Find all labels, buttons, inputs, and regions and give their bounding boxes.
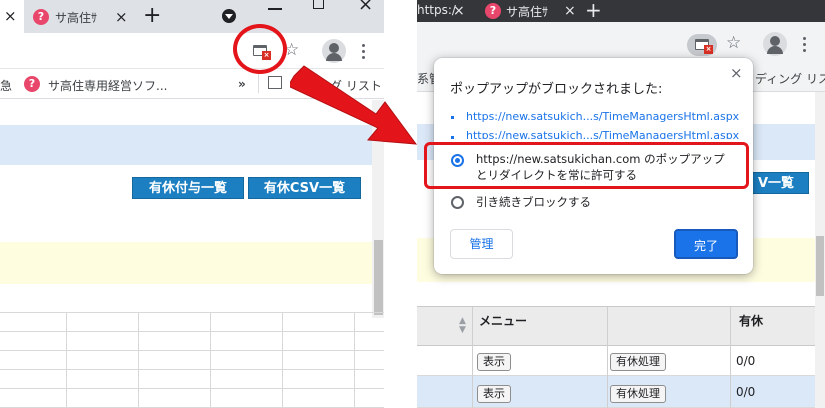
- star-icon[interactable]: ☆: [726, 33, 741, 53]
- new-tab-icon[interactable]: +: [143, 5, 161, 27]
- manage-button[interactable]: 管理: [450, 229, 513, 259]
- close-icon[interactable]: ×: [115, 10, 128, 25]
- tab-search-icon[interactable]: [222, 9, 236, 23]
- help-icon: ?: [485, 3, 501, 19]
- close-icon[interactable]: ×: [4, 9, 17, 24]
- show-button[interactable]: 表示: [477, 385, 511, 403]
- blocked-popup-link[interactable]: https://new.satsukich...s/TimeManagersHt…: [466, 110, 739, 123]
- bullet: [451, 136, 454, 139]
- column-divider: [730, 376, 731, 408]
- scrollbar-thumb[interactable]: [374, 240, 383, 315]
- done-button[interactable]: 完了: [674, 229, 738, 259]
- column-divider: [472, 376, 473, 408]
- column-divider: [607, 376, 608, 408]
- divider: [258, 73, 259, 93]
- menu-kebab-icon[interactable]: [362, 44, 366, 60]
- column-divider: [607, 307, 608, 347]
- table-row: 表示 有休処理 0/0: [417, 376, 815, 408]
- bookmarks-overflow-icon[interactable]: »: [238, 77, 246, 91]
- reading-list-label[interactable]: ディング リスト: [755, 70, 825, 87]
- block-radio[interactable]: [451, 196, 464, 209]
- paid-leave-csv-list-button[interactable]: V一覧: [749, 172, 809, 194]
- close-icon[interactable]: ×: [730, 66, 743, 81]
- scrollbar-thumb[interactable]: [816, 236, 824, 296]
- sort-icon[interactable]: ▲ ▼: [459, 317, 466, 335]
- active-tab[interactable]: ×: [0, 0, 24, 33]
- paid-leave-process-button[interactable]: 有休処理: [610, 353, 666, 371]
- profile-avatar-icon[interactable]: [763, 32, 787, 56]
- column-header-paid-leave: 有休: [739, 314, 764, 328]
- dialog-title: ポップアップがブロックされました:: [450, 82, 663, 97]
- maximize-icon[interactable]: [313, 0, 324, 9]
- paid-leave-csv-list-button[interactable]: 有休CSV一覧: [248, 177, 361, 199]
- column-header-menu: メニュー: [479, 314, 528, 328]
- minimize-icon[interactable]: [268, 8, 282, 10]
- close-icon[interactable]: ×: [564, 4, 576, 18]
- blocked-popup-link[interactable]: https://new.satsukich...s/TimeManagersHt…: [466, 129, 739, 139]
- chevron-down-icon: [225, 14, 233, 19]
- tab-title: https:/: [417, 3, 456, 17]
- bookmark-satsuki[interactable]: サ高住専用経営ソフ...: [48, 77, 167, 94]
- paid-leave-grant-list-button[interactable]: 有休付与一覧: [132, 177, 244, 199]
- blocked-x-icon: ×: [704, 45, 713, 54]
- notice-band: [0, 242, 372, 284]
- bookmark-item[interactable]: 急: [0, 77, 12, 94]
- profile-avatar-icon[interactable]: [322, 39, 346, 63]
- bullet: [451, 116, 454, 119]
- popup-blocked-button[interactable]: ×: [687, 34, 717, 56]
- show-button[interactable]: 表示: [477, 353, 511, 371]
- column-divider: [472, 346, 473, 376]
- highlight-rectangle: [424, 142, 749, 189]
- popup-blocked-icon: ×: [695, 39, 713, 54]
- menu-kebab-icon[interactable]: [803, 37, 807, 53]
- paid-leave-process-button[interactable]: 有休処理: [610, 385, 666, 403]
- tab-title: サ高住ｻ: [506, 5, 549, 19]
- right-screenshot: https:/ × ? サ高住ｻ × + × ☆ 系管 ディング リスト V一覧…: [417, 0, 825, 408]
- column-divider: [730, 307, 731, 347]
- reading-list-icon[interactable]: [268, 76, 282, 89]
- tab-https[interactable]: https:/ ×: [417, 0, 474, 22]
- close-icon[interactable]: ×: [453, 4, 465, 18]
- tab-satsuki[interactable]: ? サ高住ｻ ×: [25, 3, 135, 33]
- tab-title: サ高住ｻ: [55, 11, 98, 25]
- column-divider: [472, 307, 473, 347]
- paid-leave-value: 0/0: [736, 385, 756, 399]
- window-close-icon[interactable]: ×: [358, 0, 373, 14]
- highlight-circle: [233, 24, 287, 74]
- tab-satsuki[interactable]: ? サ高住ｻ ×: [475, 0, 579, 22]
- table-header: ▲ ▼ メニュー 有休: [417, 306, 825, 347]
- column-divider: [607, 346, 608, 376]
- help-icon: ?: [33, 9, 49, 25]
- new-tab-icon[interactable]: +: [585, 0, 602, 20]
- spreadsheet-grid: [0, 312, 384, 408]
- table-row: 表示 有休処理 0/0: [417, 346, 815, 376]
- paid-leave-value: 0/0: [736, 354, 756, 368]
- help-icon: ?: [24, 76, 40, 92]
- red-arrow-icon: [290, 65, 418, 145]
- column-divider: [730, 346, 731, 376]
- block-option-label[interactable]: 引き続きブロックする: [476, 194, 591, 210]
